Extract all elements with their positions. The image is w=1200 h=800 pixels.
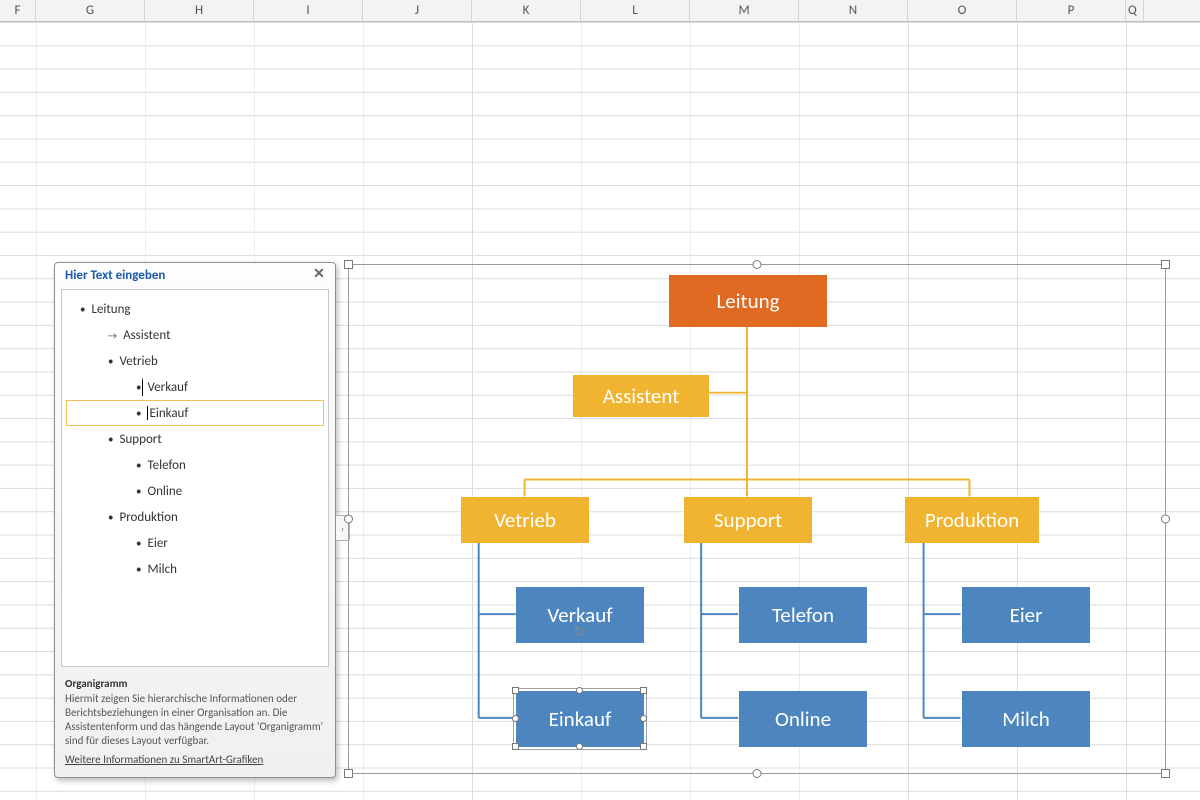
column-headers: F G H I J K L M N O P Q <box>0 0 1200 22</box>
column-header[interactable]: H <box>145 0 254 21</box>
text-pane-item-label: Online <box>147 484 182 499</box>
text-pane-item[interactable]: • Online <box>66 478 324 504</box>
org-node-produktion[interactable]: Produktion <box>905 497 1039 543</box>
text-pane-item[interactable]: • Telefon <box>66 452 324 478</box>
text-pane-item[interactable]: • Milch <box>66 556 324 582</box>
arrow-icon: → <box>108 329 117 342</box>
resize-handle[interactable] <box>1161 515 1170 524</box>
text-pane-item[interactable]: → Assistent <box>66 322 324 348</box>
org-node-milch[interactable]: Milch <box>962 691 1090 747</box>
bullet-icon: • <box>80 303 85 316</box>
bullet-icon: • <box>108 433 113 446</box>
bullet-icon: • <box>136 485 141 498</box>
column-header[interactable]: I <box>254 0 363 21</box>
org-node-einkauf[interactable]: Einkauf <box>516 691 644 747</box>
org-node-verkauf[interactable]: Verkauf↻ <box>516 587 644 643</box>
description-link[interactable]: Weitere Informationen zu SmartArt-Grafik… <box>65 753 263 767</box>
bullet-icon: • <box>136 381 141 394</box>
text-pane-item-label: Assistent <box>123 328 170 343</box>
text-pane-item-label: Support <box>119 432 161 447</box>
column-header[interactable]: L <box>581 0 690 21</box>
column-header[interactable]: M <box>690 0 799 21</box>
text-pane-item-label: Eier <box>147 536 167 551</box>
org-node-eier[interactable]: Eier <box>962 587 1090 643</box>
text-pane-item[interactable]: • Produktion <box>66 504 324 530</box>
column-header[interactable]: J <box>363 0 472 21</box>
bullet-icon: • <box>108 355 113 368</box>
bullet-icon: • <box>136 407 141 420</box>
resize-handle[interactable] <box>1161 769 1170 778</box>
column-header[interactable]: K <box>472 0 581 21</box>
text-pane-item-label: Einkauf <box>149 406 188 421</box>
selection-handle[interactable] <box>640 715 647 722</box>
close-icon[interactable]: ✕ <box>311 267 327 283</box>
text-pane-description: Organigramm Hiermit zeigen Sie hierarchi… <box>55 671 335 777</box>
text-pane-item-label: Verkauf <box>147 380 187 395</box>
org-node-online[interactable]: Online <box>739 691 867 747</box>
text-pane-item[interactable]: • Eier <box>66 530 324 556</box>
resize-handle[interactable] <box>344 260 353 269</box>
bullet-icon: • <box>136 537 141 550</box>
selection-handle[interactable] <box>576 687 583 694</box>
org-node-assistent[interactable]: Assistent <box>573 375 709 417</box>
column-header[interactable]: N <box>799 0 908 21</box>
text-pane-item[interactable]: • Vetrieb <box>66 348 324 374</box>
selection-handle[interactable] <box>512 743 519 750</box>
org-node-leitung[interactable]: Leitung <box>669 275 827 327</box>
selection-handle[interactable] <box>640 743 647 750</box>
resize-handle[interactable] <box>753 769 762 778</box>
text-pane-item[interactable]: • Leitung <box>66 296 324 322</box>
column-header[interactable]: Q <box>1126 0 1144 21</box>
text-pane-list[interactable]: • Leitung → Assistent • Vetrieb • Verkauf • Einka… <box>61 289 329 667</box>
text-pane-item-label: Telefon <box>147 458 185 473</box>
text-caret <box>147 406 148 420</box>
text-pane-item[interactable]: • Support <box>66 426 324 452</box>
bullet-icon: • <box>136 459 141 472</box>
text-pane-item-label: Produktion <box>119 510 177 525</box>
text-pane-item-label: Leitung <box>91 302 130 317</box>
text-pane-item-label: Milch <box>147 562 176 577</box>
column-header[interactable]: F <box>0 0 36 21</box>
column-header[interactable]: O <box>908 0 1017 21</box>
selection-handle[interactable] <box>640 687 647 694</box>
resize-handle[interactable] <box>344 769 353 778</box>
org-node-telefon[interactable]: Telefon <box>739 587 867 643</box>
text-pane-item[interactable]: • Einkauf <box>66 400 324 426</box>
text-pane-item-label: Vetrieb <box>119 354 157 369</box>
selection-handle[interactable] <box>512 687 519 694</box>
description-title: Organigramm <box>65 677 325 691</box>
description-body: Hiermit zeigen Sie hierarchische Informa… <box>65 692 325 749</box>
selection-handle[interactable] <box>512 715 519 722</box>
resize-handle[interactable] <box>753 260 762 269</box>
column-header[interactable]: G <box>36 0 145 21</box>
selection-handle[interactable] <box>576 743 583 750</box>
rotate-handle[interactable]: ↻ <box>573 623 587 637</box>
smartart-canvas[interactable]: Leitung Assistent Vetrieb Support Produk… <box>348 264 1166 774</box>
text-pane-item[interactable]: • Verkauf <box>66 374 324 400</box>
text-pane-title: Hier Text eingeben <box>65 268 165 283</box>
smartart-text-pane[interactable]: Hier Text eingeben ✕ •Leitung→Assistent•… <box>54 262 336 778</box>
org-node-vetrieb[interactable]: Vetrieb <box>461 497 589 543</box>
column-header[interactable]: P <box>1017 0 1126 21</box>
bullet-icon: • <box>108 511 113 524</box>
resize-handle[interactable] <box>344 515 353 524</box>
org-node-support[interactable]: Support <box>684 497 812 543</box>
resize-handle[interactable] <box>1161 260 1170 269</box>
bullet-icon: • <box>136 563 141 576</box>
